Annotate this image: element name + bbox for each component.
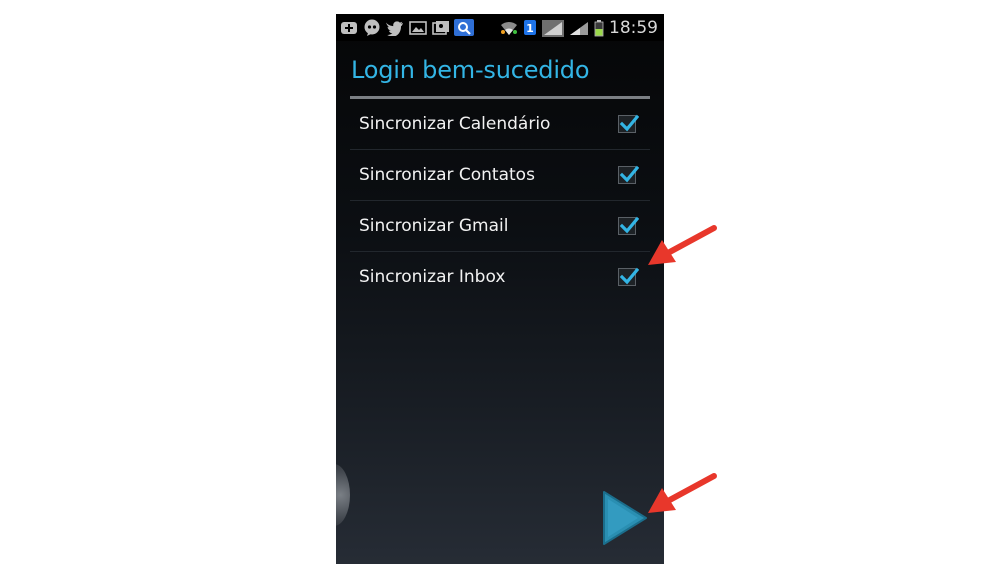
screenshot-page: 1 18:59 Login bem-sucedido Sincronizar C… [0,0,984,579]
gallery-icon [431,19,451,36]
red-arrow-icon [648,225,717,265]
status-right: 1 18:59 [496,14,658,41]
chat-bubble-icon [362,19,382,36]
check-icon [619,267,639,285]
sync-item-calendario[interactable]: Sincronizar Calendário [350,99,650,150]
wifi-icon [499,19,519,36]
status-bar: 1 18:59 [336,14,664,41]
sync-contatos-checkbox[interactable] [618,165,639,184]
svg-text:1: 1 [526,22,534,35]
red-arrow-icon [648,473,717,513]
sync-inbox-checkbox[interactable] [618,267,639,286]
signal-icon [541,19,565,37]
sync-options-list: Sincronizar Calendário Sincronizar Conta… [350,99,650,302]
phone-screen: 1 18:59 Login bem-sucedido Sincronizar C… [336,14,664,564]
signal-icon [568,19,590,36]
sync-item-label: Sincronizar Gmail [359,216,509,236]
sync-item-gmail[interactable]: Sincronizar Gmail [350,201,650,252]
sync-gmail-checkbox[interactable] [618,216,639,235]
status-time: 18:59 [609,17,658,38]
sync-item-inbox[interactable]: Sincronizar Inbox [350,252,650,302]
check-icon [619,114,639,132]
check-icon [619,216,639,234]
one-badge-icon: 1 [522,19,538,36]
sync-calendario-checkbox[interactable] [618,114,639,133]
add-icon [339,19,359,36]
sync-item-label: Sincronizar Calendário [359,114,551,134]
sync-item-label: Sincronizar Contatos [359,165,535,185]
twitter-icon [385,19,405,36]
search-icon [454,19,474,36]
check-icon [619,165,639,183]
side-handle[interactable] [336,464,350,526]
sync-item-label: Sincronizar Inbox [359,267,506,287]
battery-icon [593,19,605,36]
image-icon [408,19,428,36]
dialog-title: Login bem-sucedido [351,56,590,84]
sync-item-contatos[interactable]: Sincronizar Contatos [350,150,650,201]
